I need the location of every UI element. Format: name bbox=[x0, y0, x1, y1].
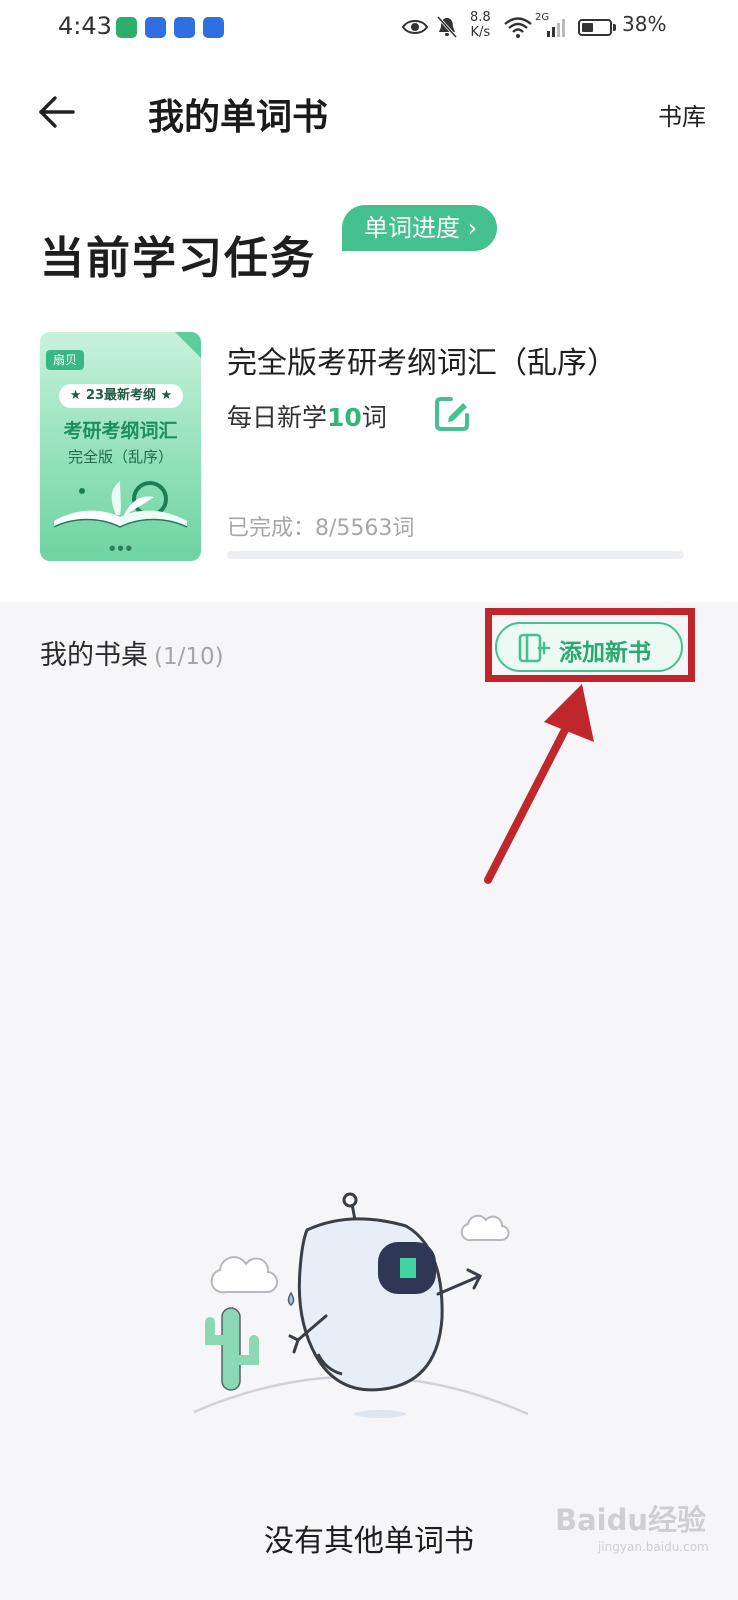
back-button[interactable] bbox=[28, 90, 84, 138]
app-notification-icon bbox=[116, 17, 137, 38]
annotation-arrow-icon bbox=[484, 684, 594, 884]
book-cover[interactable]: 扇贝 ★ 23最新考纲 ★ 考研考纲词汇 完全版（乱序） ● ● ● bbox=[40, 332, 201, 561]
app-notification-icon bbox=[145, 17, 166, 38]
battery-icon bbox=[578, 19, 612, 36]
battery-tip bbox=[613, 24, 616, 31]
app-notification-icon bbox=[174, 17, 195, 38]
cover-title: 考研考纲词汇 bbox=[63, 420, 178, 442]
cell-signal-icon bbox=[547, 19, 565, 37]
library-link[interactable]: 书库 bbox=[658, 97, 706, 132]
edit-icon bbox=[435, 397, 469, 431]
wifi-icon bbox=[504, 17, 532, 38]
annotation-highlight-box bbox=[485, 608, 695, 682]
desk-title: 我的书桌 (1/10) bbox=[40, 633, 224, 672]
open-book-illustration bbox=[53, 481, 188, 528]
network-speed: 8.8 K/s bbox=[470, 10, 491, 40]
robot-empty-illustration bbox=[193, 1192, 529, 1418]
cover-publisher: ● ● ● bbox=[109, 544, 132, 552]
cover-corner bbox=[175, 332, 201, 358]
daily-goal-suffix: 词 bbox=[361, 403, 387, 432]
status-time: 4:43 bbox=[58, 12, 112, 40]
current-task-title: 当前学习任务 bbox=[40, 233, 316, 284]
battery-percent: 38% bbox=[622, 12, 667, 36]
network-speed-value: 8.8 bbox=[470, 10, 491, 25]
desk-section bbox=[0, 602, 738, 1600]
app-notification-icon bbox=[203, 17, 224, 38]
page-title: 我的单词书 bbox=[148, 97, 329, 138]
word-progress-button[interactable]: 单词进度 › bbox=[342, 205, 498, 251]
book-title[interactable]: 完全版考研考纲词汇（乱序） bbox=[227, 338, 617, 382]
desk-count: (1/10) bbox=[154, 644, 224, 670]
arrow-left-icon bbox=[39, 96, 75, 128]
cover-ribbon: ★ 23最新考纲 ★ bbox=[59, 384, 183, 408]
watermark: Baidu经验 bbox=[555, 1503, 707, 1537]
completion-progress-bar bbox=[227, 551, 684, 559]
daily-goal-prefix: 每日新学 bbox=[227, 403, 328, 432]
daily-goal: 每日新学10词 bbox=[227, 398, 387, 434]
desk-title-label: 我的书桌 bbox=[40, 640, 148, 671]
cover-brand-logo: 扇贝 bbox=[46, 350, 85, 370]
eye-icon bbox=[402, 20, 428, 34]
watermark-url: jingyan.baidu.com bbox=[598, 1540, 709, 1554]
mute-bell-icon bbox=[436, 15, 458, 39]
completed-progress-text: 已完成：8/5563词 bbox=[227, 516, 415, 541]
edit-daily-goal-button[interactable] bbox=[433, 395, 471, 433]
daily-goal-count: 10 bbox=[327, 403, 362, 432]
network-speed-unit: K/s bbox=[470, 25, 491, 40]
cover-subtitle: 完全版（乱序） bbox=[67, 448, 173, 466]
